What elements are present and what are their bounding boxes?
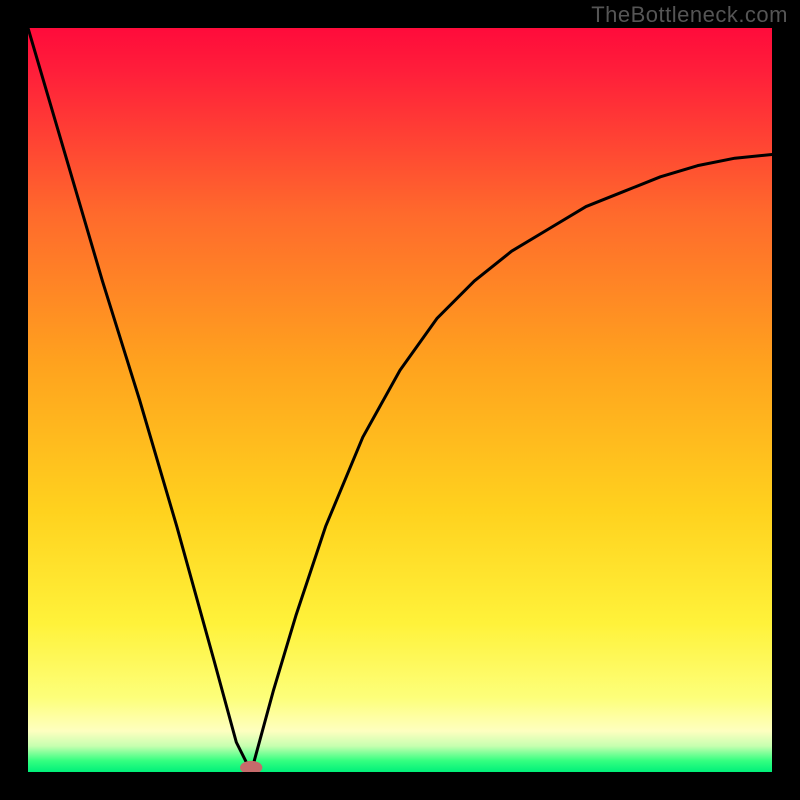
chart-plot-area: [28, 28, 772, 772]
chart-frame: TheBottleneck.com: [0, 0, 800, 800]
attribution-text: TheBottleneck.com: [591, 2, 788, 28]
chart-svg: [28, 28, 772, 772]
